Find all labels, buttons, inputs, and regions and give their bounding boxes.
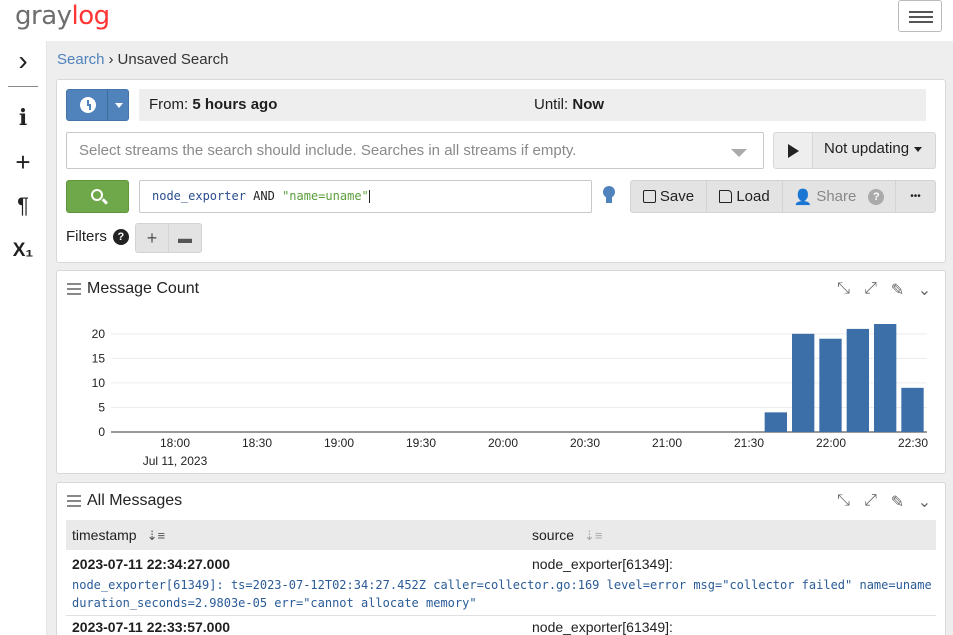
- x-tick-label: 22:30: [898, 436, 928, 450]
- search-query-input[interactable]: node_exporter AND "name=uname": [139, 180, 592, 213]
- all-messages-widget: All Messages ⤡ ⤢ ✎ ⌄ timestamp ⇣≡ source ⇣…: [56, 482, 946, 635]
- messages-table-header: timestamp ⇣≡ source ⇣≡: [66, 520, 936, 550]
- filters-label: Filters?: [66, 228, 129, 245]
- x-tick-label: 21:00: [652, 436, 682, 450]
- top-navbar: graylog: [0, 0, 953, 41]
- breadcrumb-current: Unsaved Search: [117, 51, 229, 68]
- x-tick-label: 18:00: [160, 436, 190, 450]
- streams-select[interactable]: Select streams the search should include…: [66, 132, 764, 169]
- search-button[interactable]: [66, 180, 129, 213]
- table-row[interactable]: 2023-07-11 22:33:57.000 node_exporter[61…: [66, 619, 936, 635]
- refresh-interval-dropdown[interactable]: Not updating: [813, 132, 936, 169]
- bar[interactable]: [819, 338, 842, 432]
- caret-down-icon: [115, 103, 123, 108]
- bar[interactable]: [874, 324, 897, 432]
- lightbulb-icon[interactable]: [602, 186, 616, 206]
- time-range-type-button[interactable]: [66, 89, 129, 121]
- main-content: Search › Unsaved Search From: 5 hours ago …: [47, 41, 953, 635]
- y-tick-label: 5: [98, 400, 105, 414]
- message-text: node_exporter[61349]: ts=2023-07-12T02:3…: [72, 578, 932, 610]
- expand-icon[interactable]: ⤢: [862, 492, 879, 512]
- clock-icon: [80, 97, 96, 113]
- search-icon: [91, 189, 103, 201]
- search-bar-panel: From: 5 hours ago Until: Now Select stre…: [56, 79, 946, 263]
- ellipsis-icon: •••: [910, 191, 921, 202]
- help-icon[interactable]: ?: [112, 229, 129, 245]
- x-axis-date-label: Jul 11, 2023: [143, 454, 208, 468]
- caret-down-icon: [914, 146, 923, 152]
- until-value: Now: [572, 96, 605, 113]
- more-actions-button[interactable]: •••: [895, 180, 936, 213]
- start-refresh-button[interactable]: [773, 132, 813, 169]
- bar[interactable]: [792, 333, 815, 432]
- info-icon[interactable]: i: [0, 98, 46, 138]
- search-sidebar: › i + ¶ X₁: [0, 41, 47, 635]
- breadcrumb-search-link[interactable]: Search: [57, 51, 105, 68]
- time-range-display[interactable]: From: 5 hours ago Until: Now: [139, 89, 926, 121]
- x-tick-label: 22:00: [816, 436, 846, 450]
- sidebar-divider: [8, 86, 38, 87]
- floppy-icon: [642, 190, 656, 203]
- folder-icon: [719, 190, 733, 203]
- y-tick-label: 15: [92, 351, 106, 365]
- bar[interactable]: [901, 387, 924, 432]
- fields-icon[interactable]: ¶: [0, 186, 46, 226]
- drag-handle-icon[interactable]: [67, 495, 81, 507]
- message-count-widget: Message Count ⤡ ⤢ ✎ ⌄ 0 5 10 15 20 18:00 18:3…: [56, 270, 946, 474]
- y-tick-label: 10: [92, 376, 106, 390]
- sort-icon[interactable]: ⇣≡: [147, 528, 165, 543]
- graylog-logo[interactable]: graylog: [15, 0, 110, 32]
- widget-title: All Messages: [87, 492, 183, 509]
- table-row[interactable]: 2023-07-11 22:34:27.000 node_exporter[61…: [66, 556, 936, 614]
- load-filter-button[interactable]: ▬: [168, 223, 202, 253]
- chevron-down-icon[interactable]: ⌄: [916, 492, 933, 512]
- help-icon[interactable]: ?: [868, 188, 885, 205]
- load-button[interactable]: Load: [706, 180, 783, 213]
- y-tick-label: 0: [98, 425, 105, 439]
- y-tick-label: 20: [92, 327, 106, 341]
- expand-sidebar-icon[interactable]: ›: [0, 41, 46, 81]
- column-header-timestamp[interactable]: timestamp ⇣≡: [72, 527, 165, 544]
- from-value: 5 hours ago: [192, 96, 278, 113]
- add-filter-button[interactable]: +: [135, 223, 169, 253]
- menu-toggle-button[interactable]: [898, 0, 942, 32]
- message-count-chart: 0 5 10 15 20 18:00 18:30 19:00 19:30 20:00 20:30 2…: [92, 324, 928, 468]
- share-button[interactable]: 👤 Share?: [782, 180, 896, 213]
- save-button[interactable]: Save: [630, 180, 707, 213]
- dropdown-arrow-icon[interactable]: [731, 149, 747, 157]
- decorators-icon[interactable]: X₁: [0, 231, 46, 271]
- column-header-source[interactable]: source ⇣≡: [532, 527, 603, 544]
- bar[interactable]: [846, 328, 869, 432]
- sort-icon[interactable]: ⇣≡: [584, 528, 602, 543]
- x-tick-label: 19:00: [324, 436, 354, 450]
- edit-icon[interactable]: ✎: [889, 492, 906, 512]
- add-widget-icon[interactable]: +: [0, 142, 46, 182]
- search-actions: Save Load 👤 Share? •••: [630, 180, 936, 213]
- compress-icon[interactable]: ⤡: [835, 492, 852, 512]
- play-icon: [788, 144, 799, 158]
- x-tick-label: 19:30: [406, 436, 436, 450]
- bar[interactable]: [764, 412, 787, 432]
- x-tick-label: 20:30: [570, 436, 600, 450]
- folder-icon: ▬: [178, 230, 192, 246]
- x-tick-label: 21:30: [734, 436, 764, 450]
- plus-icon: +: [146, 227, 158, 248]
- widget-actions: ⤡ ⤢ ✎ ⌄: [835, 492, 933, 512]
- user-plus-icon: 👤: [793, 188, 813, 206]
- streams-placeholder: Select streams the search should include…: [79, 142, 577, 159]
- x-tick-label: 20:00: [488, 436, 518, 450]
- x-tick-label: 18:30: [242, 436, 272, 450]
- breadcrumb: Search › Unsaved Search: [57, 51, 229, 68]
